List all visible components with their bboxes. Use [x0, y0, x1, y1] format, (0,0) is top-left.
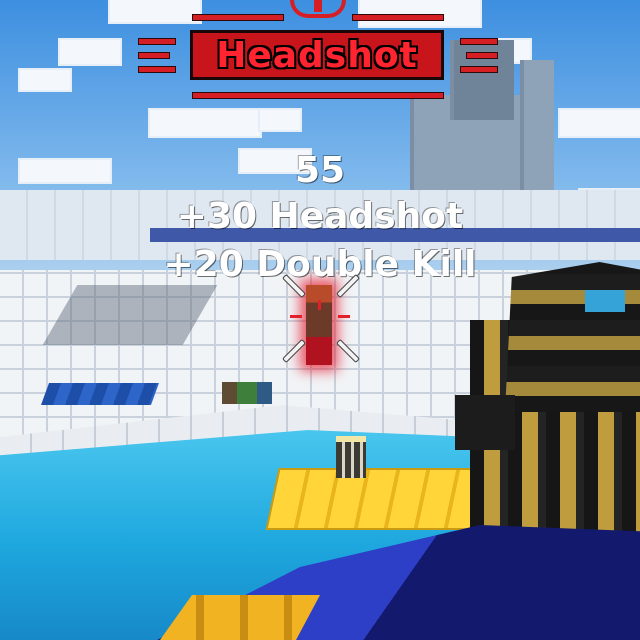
weapon-barrel [455, 395, 515, 450]
enemy-player[interactable] [306, 285, 332, 365]
crosshair-center [338, 315, 350, 318]
cloud [560, 110, 640, 136]
banner-bar [138, 38, 176, 45]
score-total: 55 [294, 150, 346, 191]
banner-bar [138, 52, 170, 59]
crosshair-center [318, 300, 321, 310]
headshot-plate: Headshot [190, 30, 444, 80]
ammo-pickup[interactable] [336, 436, 366, 478]
banner-bar [192, 92, 444, 99]
banner-bar [460, 66, 498, 73]
banner-bar [460, 38, 498, 45]
banner-bar [352, 14, 444, 21]
headshot-banner: Headshot [0, 0, 640, 110]
banner-bar [192, 14, 284, 21]
banner-bar [138, 66, 176, 73]
blue-bench [40, 383, 160, 405]
banner-bar [466, 52, 498, 59]
score-bonus-headshot: +30 Headshot [176, 196, 464, 237]
score-bonus-double-kill: +20 Double Kill [163, 244, 477, 285]
crosshair-center [290, 315, 302, 318]
cloud [260, 110, 300, 130]
headshot-label: Headshot [216, 34, 418, 76]
skull-icon-detail [314, 0, 322, 12]
cloud [150, 110, 260, 136]
fallen-player [222, 382, 272, 404]
weapon-scope [585, 290, 625, 312]
